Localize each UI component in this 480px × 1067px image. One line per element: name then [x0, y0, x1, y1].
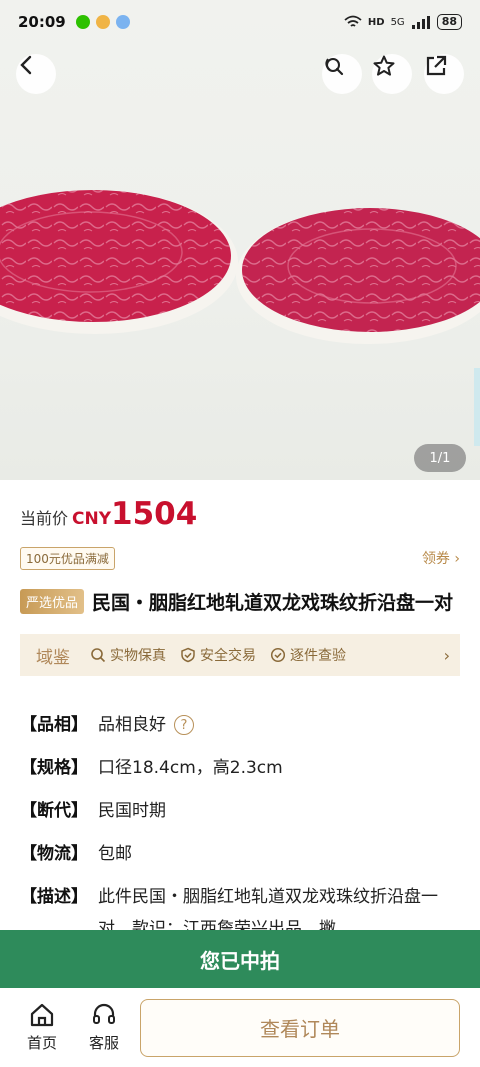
spec-condition: 【品相】 品相良好 ?: [20, 704, 460, 747]
battery-indicator: 88: [436, 14, 462, 30]
selection-badge: 严选优品: [20, 589, 85, 614]
back-button[interactable]: [16, 54, 56, 94]
spec-value: 包邮: [98, 844, 132, 864]
price-label: 当前价: [20, 509, 69, 528]
external-link-icon: [426, 55, 447, 76]
signal-icon: [411, 16, 430, 29]
status-indicators: HD 5G 88: [344, 14, 462, 30]
view-order-button[interactable]: 查看订单: [140, 998, 460, 1057]
status-time: 20:09: [18, 13, 66, 31]
headset-icon: [93, 1003, 115, 1024]
bottom-bar: 首页 客服 查看订单: [0, 988, 480, 1067]
tab-home[interactable]: 首页: [14, 1002, 70, 1053]
chevron-right-icon: ›: [443, 645, 450, 665]
product-image[interactable]: 1/1: [0, 0, 480, 480]
spec-key: 【品相】: [20, 715, 88, 735]
star-icon: [373, 55, 395, 76]
status-bar: 20:09 HD 5G 88: [0, 0, 480, 44]
coupon-row: 100元优品满减 领券 ›: [20, 545, 460, 571]
help-icon[interactable]: ?: [174, 715, 194, 735]
image-counter: 1/1: [414, 444, 466, 472]
app-icon: [95, 15, 110, 29]
guarantee-label: 逐件查验: [290, 648, 346, 664]
won-banner: 您已中拍: [0, 930, 480, 988]
wechat-icon: [75, 15, 90, 29]
price-currency: CNY: [72, 509, 112, 529]
spec-key: 【规格】: [20, 758, 88, 778]
price-value: 1504: [111, 496, 198, 532]
coupon-tag: 100元优品满减: [20, 546, 115, 570]
product-title-row: 严选优品 民国・胭脂红地轧道双龙戏珠纹折沿盘一对: [20, 588, 460, 615]
tab-service-label: 客服: [88, 1034, 119, 1052]
spec-value: 民国时期: [98, 801, 166, 821]
shield-check-icon: [181, 647, 195, 663]
guarantee-label: 实物保真: [110, 648, 166, 664]
share-button[interactable]: [424, 54, 464, 94]
app-icon: [115, 15, 130, 29]
spec-key: 【物流】: [20, 844, 88, 864]
search-icon: [91, 648, 106, 663]
status-app-icons: [75, 15, 130, 29]
guarantee-label: 安全交易: [200, 648, 256, 664]
tab-home-label: 首页: [26, 1034, 57, 1052]
spec-period: 【断代】 民国时期: [20, 790, 460, 833]
spec-value: 口径18.4cm，高2.3cm: [98, 758, 283, 778]
network-type: 5G: [390, 16, 405, 28]
spec-list: 【品相】 品相良好 ? 【规格】 口径18.4cm，高2.3cm 【断代】 民国…: [20, 704, 460, 945]
spec-size: 【规格】 口径18.4cm，高2.3cm: [20, 747, 460, 790]
check-circle-icon: [270, 647, 286, 663]
brand-logo: 域鉴: [36, 647, 70, 668]
guarantee-safe-trade: 安全交易: [180, 645, 256, 665]
spec-shipping: 【物流】 包邮: [20, 833, 460, 876]
guarantee-inspection: 逐件查验: [270, 645, 346, 665]
price-row: 当前价 CNY 1504: [20, 496, 197, 532]
spec-key: 【断代】: [20, 801, 88, 821]
wifi-icon: [344, 15, 362, 27]
back-arrow-icon: [20, 55, 32, 75]
guarantee-authentic: 实物保真: [90, 645, 166, 665]
tab-service[interactable]: 客服: [76, 1002, 132, 1053]
hd-badge: HD: [367, 16, 385, 28]
product-title: 民国・胭脂红地轧道双龙戏珠纹折沿盘一对: [92, 592, 454, 614]
favorite-button[interactable]: [372, 54, 412, 94]
guarantee-bar[interactable]: 域鉴 实物保真 安全交易 逐件查验 ›: [20, 634, 460, 676]
spec-value: 品相良好: [98, 715, 166, 735]
customer-service-button[interactable]: [322, 54, 362, 94]
get-coupon-link[interactable]: 领券 ›: [422, 548, 460, 568]
share-icon: [325, 58, 344, 76]
home-icon: [30, 1003, 54, 1027]
